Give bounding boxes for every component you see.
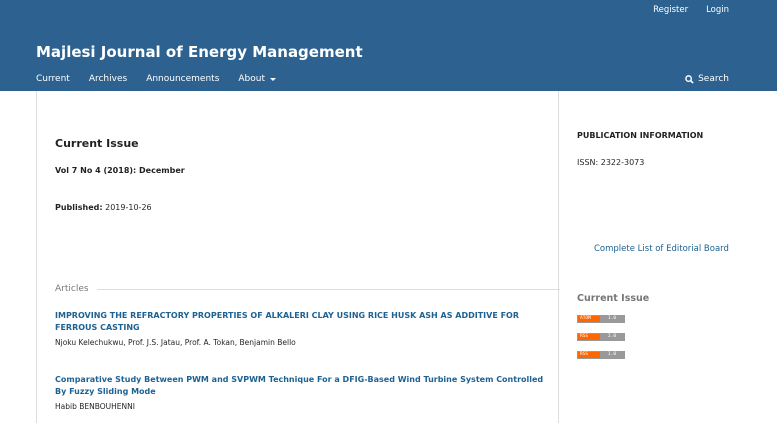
nav-announcements[interactable]: Announcements — [146, 73, 219, 85]
feed-version: 2.0 — [600, 334, 624, 340]
issn: ISSN: 2322-3073 — [577, 158, 645, 167]
page-title: Current Issue — [55, 137, 139, 150]
article-title-link[interactable]: IMPROVING THE REFRACTORY PROPERTIES OF A… — [55, 310, 545, 334]
feed-type: ATOM — [578, 316, 600, 322]
chevron-down-icon — [270, 77, 276, 81]
feed-version: 1.0 — [600, 352, 624, 358]
feed-type: RSS — [578, 352, 600, 358]
feed-type: RSS — [578, 334, 600, 340]
article-title-link[interactable]: Comparative Study Between PWM and SVPWM … — [55, 374, 545, 398]
search-label: Search — [698, 74, 729, 84]
current-issue-block-title: Current Issue — [577, 293, 650, 304]
publication-info-title: PUBLICATION INFORMATION — [577, 131, 704, 140]
site-title[interactable]: Majlesi Journal of Energy Management — [36, 42, 363, 62]
register-link[interactable]: Register — [635, 4, 688, 16]
user-nav: Register Login — [635, 4, 729, 16]
atom-feed-button[interactable]: ATOM 1.0 — [577, 315, 625, 323]
issue-title: Vol 7 No 4 (2018): December — [55, 166, 185, 175]
published-date: 2019-10-26 — [105, 203, 152, 212]
primary-nav: Current Archives Announcements About — [36, 73, 295, 85]
published-label: Published: — [55, 203, 103, 212]
nav-current[interactable]: Current — [36, 73, 70, 85]
published-info: Published: 2019-10-26 — [55, 203, 152, 212]
feed-version: 1.0 — [600, 316, 624, 322]
nav-archives[interactable]: Archives — [89, 73, 127, 85]
rss1-feed-button[interactable]: RSS 1.0 — [577, 351, 625, 359]
search-icon — [685, 74, 694, 84]
nav-about-label: About — [238, 74, 265, 84]
article-authors: Njoku Kelechukwu, Prof. J.S. Jatau, Prof… — [55, 338, 296, 347]
article-authors: Habib BENBOUHENNI — [55, 402, 135, 411]
articles-heading: Articles — [55, 284, 89, 294]
articles-divider — [37, 289, 560, 290]
editorial-board-link[interactable]: Complete List of Editorial Board — [594, 244, 729, 254]
article-item: Comparative Study Between PWM and SVPWM … — [55, 374, 545, 412]
main-content: Current Issue Vol 7 No 4 (2018): Decembe… — [36, 91, 560, 423]
rss2-feed-button[interactable]: RSS 2.0 — [577, 333, 625, 341]
site-header: Register Login Majlesi Journal of Energy… — [0, 0, 777, 91]
search-link[interactable]: Search — [685, 73, 729, 85]
article-item: IMPROVING THE REFRACTORY PROPERTIES OF A… — [55, 310, 545, 348]
nav-about[interactable]: About — [238, 73, 276, 85]
login-link[interactable]: Login — [688, 4, 729, 16]
